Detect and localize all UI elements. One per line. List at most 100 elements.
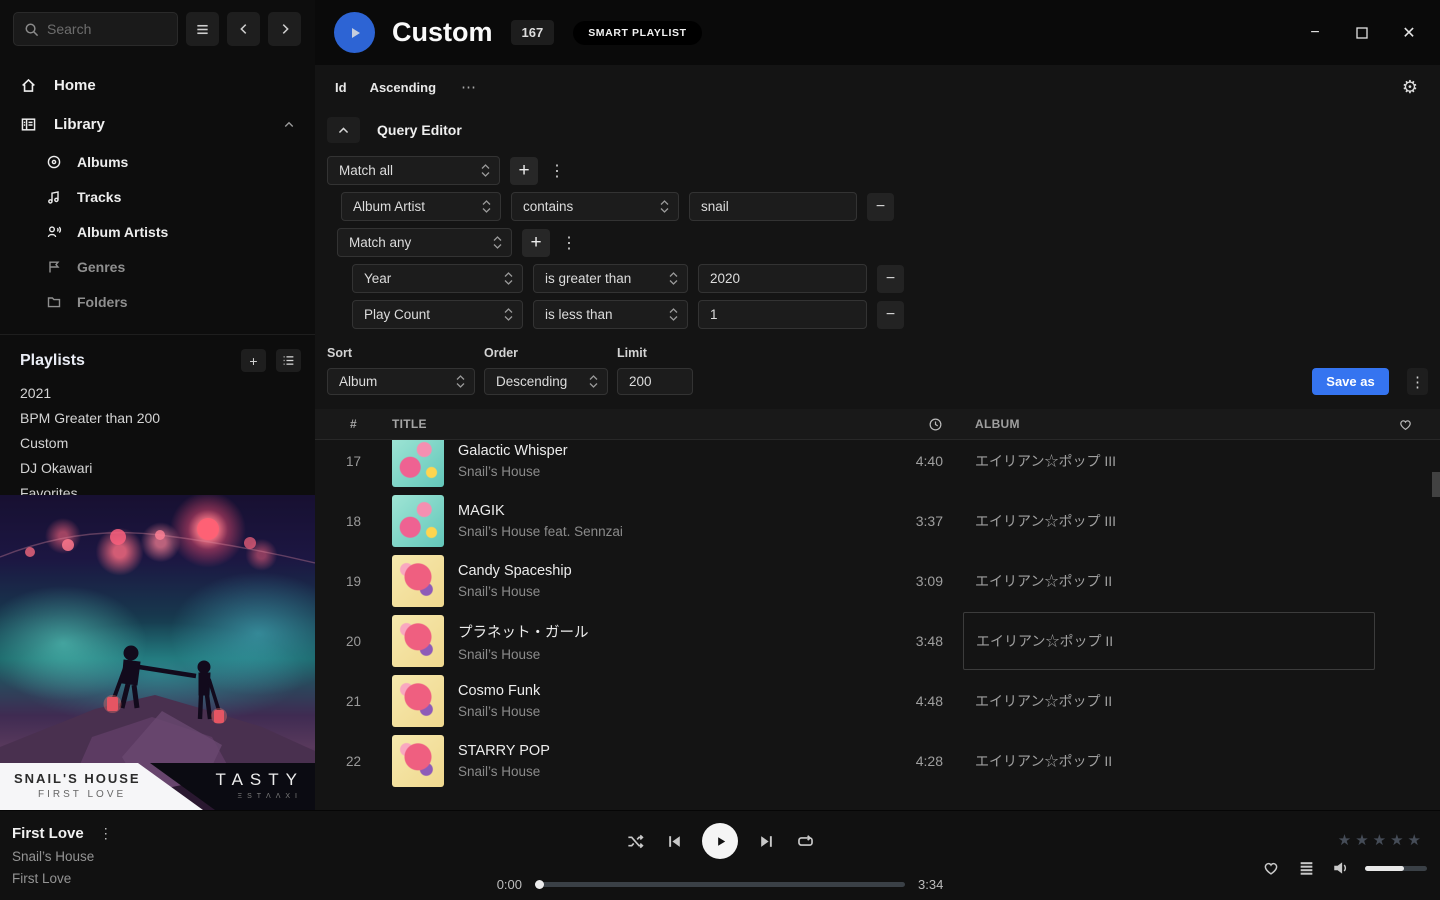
track-title: プラネット・ガール xyxy=(458,621,589,642)
previous-icon xyxy=(666,833,683,850)
add-playlist-button[interactable]: + xyxy=(241,349,266,372)
table-row[interactable]: 17 Galactic Whisper Snail’s House 4:40 エ… xyxy=(315,440,1440,491)
order-label: Order xyxy=(484,346,608,360)
rule-operator-select[interactable]: contains xyxy=(511,192,679,221)
previous-button[interactable] xyxy=(663,830,685,852)
rule-field-select[interactable]: Year xyxy=(352,264,523,293)
page-title: Custom xyxy=(392,17,493,48)
column-title[interactable]: TITLE xyxy=(392,417,871,431)
playlist-item[interactable]: DJ Okawari xyxy=(0,456,315,481)
sidebar-item-genres[interactable]: Genres xyxy=(0,249,315,284)
order-select[interactable]: Descending xyxy=(484,368,608,395)
sidebar-item-library[interactable]: Library xyxy=(0,105,315,144)
player-bar: First Love ⋮ Snail’s House First Love 0:… xyxy=(0,810,1440,900)
select-chevrons-icon xyxy=(481,164,490,177)
column-favorite[interactable] xyxy=(1375,417,1435,432)
sidebar-item-folders[interactable]: Folders xyxy=(0,284,315,319)
playlist-item[interactable]: BPM Greater than 200 xyxy=(0,406,315,431)
track-artist: Snail’s House feat. Sennzai xyxy=(458,524,623,539)
search-input[interactable] xyxy=(13,12,178,46)
nav-back-button[interactable] xyxy=(227,12,260,46)
favorite-button[interactable] xyxy=(1260,857,1282,879)
playlist-item[interactable]: 2021 xyxy=(0,381,315,406)
collapse-query-editor-button[interactable] xyxy=(327,117,360,143)
sort-direction-button[interactable]: Ascending xyxy=(370,80,436,95)
music-note-icon xyxy=(46,189,62,205)
gear-icon[interactable]: ⚙ xyxy=(1402,78,1418,96)
table-row[interactable]: 22 STARRY POP Snail’s House 4:28 エイリアン☆ポ… xyxy=(315,731,1440,791)
shuffle-button[interactable] xyxy=(624,830,646,852)
search-input-field[interactable] xyxy=(47,21,157,37)
nav-forward-button[interactable] xyxy=(268,12,301,46)
remove-rule-button[interactable]: − xyxy=(877,301,904,329)
remove-rule-button[interactable]: − xyxy=(877,265,904,293)
now-playing-title[interactable]: First Love xyxy=(12,825,84,842)
artwork-title: FIRST LOVE xyxy=(38,789,126,800)
play-playlist-button[interactable] xyxy=(334,12,375,53)
track-index: 21 xyxy=(315,694,392,709)
add-group-rule-button[interactable]: + xyxy=(522,229,550,257)
play-icon xyxy=(347,25,363,41)
track-options-button[interactable]: ⋮ xyxy=(99,825,113,842)
limit-input[interactable] xyxy=(617,368,693,395)
save-options-button[interactable]: ⋮ xyxy=(1407,368,1428,395)
sidebar-item-tracks[interactable]: Tracks xyxy=(0,179,315,214)
column-duration[interactable] xyxy=(871,417,943,432)
artwork-brand-sub: ΞSTΛΛXI xyxy=(238,793,302,800)
rule-value-input[interactable] xyxy=(698,300,867,329)
window-minimize-button[interactable]: − xyxy=(1306,24,1324,42)
sidebar-item-album-artists[interactable]: Album Artists xyxy=(0,214,315,249)
rating-stars[interactable]: ★★★★★ xyxy=(1338,831,1425,849)
rule-field-select[interactable]: Play Count xyxy=(352,300,523,329)
queue-button[interactable] xyxy=(1295,857,1317,879)
rule-field-select[interactable]: Album Artist xyxy=(341,192,501,221)
table-row[interactable]: 21 Cosmo Funk Snail’s House 4:48 エイリアン☆ポ… xyxy=(315,671,1440,731)
sidebar-item-label: Genres xyxy=(77,259,125,275)
playlist-header: Custom 167 SMART PLAYLIST − ✕ xyxy=(315,0,1440,65)
table-row[interactable]: 18 MAGIK Snail’s House feat. Sennzai 3:3… xyxy=(315,491,1440,551)
column-index[interactable]: # xyxy=(315,417,392,431)
save-as-button[interactable]: Save as xyxy=(1312,368,1389,395)
volume-icon[interactable] xyxy=(1330,857,1352,879)
play-pause-button[interactable] xyxy=(702,823,738,859)
rule-operator-select[interactable]: is greater than xyxy=(533,264,688,293)
rule-value-input[interactable] xyxy=(689,192,857,221)
window-maximize-button[interactable] xyxy=(1353,24,1371,42)
rule-value-input[interactable] xyxy=(698,264,867,293)
next-button[interactable] xyxy=(755,830,777,852)
now-playing-artwork[interactable]: SNAIL'S HOUSE FIRST LOVE TASTY ΞSTΛΛXI xyxy=(0,495,315,810)
rule-operator-select[interactable]: is less than xyxy=(533,300,688,329)
more-options-button[interactable]: ⋯ xyxy=(461,78,477,96)
add-rule-button[interactable]: + xyxy=(510,157,538,185)
volume-slider[interactable] xyxy=(1365,866,1427,871)
menu-button[interactable] xyxy=(186,12,219,46)
sidebar-item-albums[interactable]: Albums xyxy=(0,144,315,179)
seek-track[interactable] xyxy=(535,882,905,887)
now-playing-artist[interactable]: Snail’s House xyxy=(12,849,113,864)
sidebar-item-label: Home xyxy=(54,77,96,94)
table-row[interactable]: 19 Candy Spaceship Snail’s House 3:09 エイ… xyxy=(315,551,1440,611)
select-chevrons-icon xyxy=(493,236,502,249)
playlist-list: 2021BPM Greater than 200CustomDJ Okawari… xyxy=(0,381,315,506)
match-type-select[interactable]: Match all xyxy=(327,156,500,185)
scrollbar-thumb[interactable] xyxy=(1432,472,1440,497)
table-row[interactable]: 20 プラネット・ガール Snail’s House 3:48 エイリアン☆ポッ… xyxy=(315,611,1440,671)
group-match-type-select[interactable]: Match any xyxy=(337,228,512,257)
manage-playlists-button[interactable] xyxy=(276,349,301,372)
playlist-item[interactable]: Custom xyxy=(0,431,315,456)
window-close-button[interactable]: ✕ xyxy=(1400,24,1418,42)
limit-label: Limit xyxy=(617,346,693,360)
sort-field-button[interactable]: Id xyxy=(335,80,347,95)
repeat-button[interactable] xyxy=(794,830,816,852)
seek-thumb[interactable] xyxy=(535,880,544,889)
chevron-up-icon[interactable] xyxy=(283,119,295,131)
remove-rule-button[interactable]: − xyxy=(867,193,894,221)
sidebar-item-home[interactable]: Home xyxy=(0,66,315,105)
sort-select[interactable]: Album xyxy=(327,368,475,395)
rule-options-button[interactable]: ⋮ xyxy=(548,157,566,185)
select-chevrons-icon xyxy=(669,272,678,285)
column-album[interactable]: ALBUM xyxy=(963,417,1375,431)
group-options-button[interactable]: ⋮ xyxy=(560,229,578,257)
track-duration: 3:48 xyxy=(916,633,943,649)
track-artwork xyxy=(392,675,444,727)
